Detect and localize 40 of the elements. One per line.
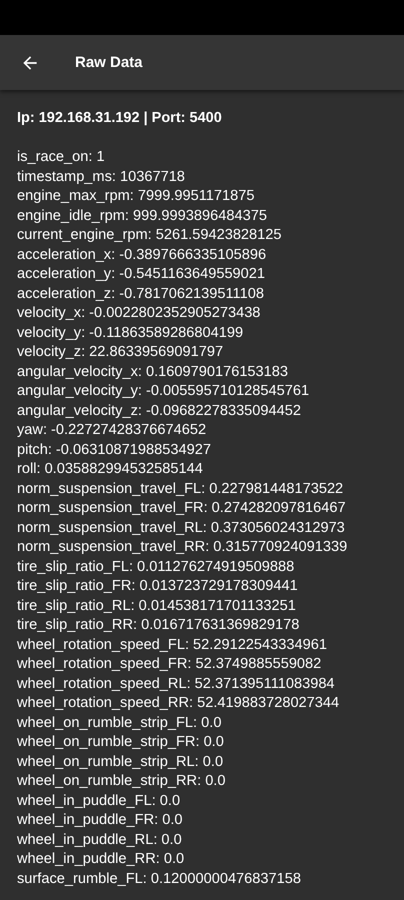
data-line: wheel_rotation_speed_FL: 52.29122543334961: [17, 636, 327, 654]
data-line: wheel_on_rumble_strip_FL: 0.0: [17, 714, 222, 732]
data-line: norm_suspension_travel_FL: 0.227981448173522: [17, 480, 344, 498]
data-line: wheel_rotation_speed_RR: 52.419883728027344: [17, 694, 340, 713]
data-line: pitch: -0.06310871988534927: [17, 440, 211, 460]
data-line: angular_velocity_x: 0.1609790176153183: [17, 362, 288, 382]
data-line: tire_slip_ratio_FL: 0.011276274919509888: [17, 558, 294, 576]
data-line: wheel_rotation_speed_FR: 52.3749885559082: [17, 655, 322, 674]
data-line: wheel_in_puddle_FL: 0.0: [17, 792, 180, 810]
data-line: wheel_on_rumble_strip_RR: 0.0: [17, 772, 226, 791]
data-line: roll: 0.035882994532585144: [17, 460, 203, 479]
data-line: norm_suspension_travel_FR: 0.274282097816467: [17, 499, 346, 518]
data-line: acceleration_y: -0.5451163649559021: [17, 265, 266, 284]
data-line: velocity_z: 22.86339569091797: [17, 343, 224, 362]
data-line: velocity_x: -0.0022802352905273438: [17, 304, 260, 323]
data-line: tire_slip_ratio_RL: 0.014538171701133251: [17, 596, 296, 616]
data-line: wheel_rotation_speed_RL: 52.371395111083984: [17, 674, 335, 694]
data-line: yaw: -0.22727428376674652: [17, 421, 206, 440]
data-line: velocity_y: -0.11863589286804199: [17, 324, 244, 342]
data-line: norm_suspension_travel_RL: 0.373056024312973: [17, 518, 345, 538]
data-line: norm_suspension_travel_RR: 0.315770924091339: [17, 538, 348, 557]
data-line: surface_rumble_FL: 0.12000000476837158: [17, 870, 301, 888]
data-line: angular_velocity_z: -0.09682278335094452: [17, 402, 301, 420]
data-line: timestamp_ms: 10367718: [17, 168, 185, 186]
data-line: tire_slip_ratio_FR: 0.013723729178309441: [17, 577, 298, 596]
screen-title: Raw Data: [75, 54, 143, 71]
data-line: is_race_on: 1: [17, 148, 105, 167]
data-line: angular_velocity_y: -0.005595710128545761: [17, 382, 310, 401]
connection-info: Ip: 192.168.31.192 | Port: 5400: [17, 109, 223, 127]
data-line: wheel_on_rumble_strip_RL: 0.0: [17, 752, 224, 772]
data-line: wheel_on_rumble_strip_FR: 0.0: [17, 733, 224, 752]
data-line: engine_max_rpm: 7999.9951171875: [17, 187, 254, 206]
data-line: tire_slip_ratio_RR: 0.016717631369829178: [17, 616, 300, 635]
data-line: wheel_in_puddle_FR: 0.0: [17, 811, 183, 830]
data-line: engine_idle_rpm: 999.9993896484375: [17, 206, 267, 226]
data-line: wheel_in_puddle_RR: 0.0: [17, 850, 184, 869]
data-line: wheel_in_puddle_RL: 0.0: [17, 830, 182, 850]
data-line: current_engine_rpm: 5261.59423828125: [17, 226, 282, 245]
data-line: acceleration_x: -0.3897666335105896: [17, 246, 266, 264]
data-line: acceleration_z: -0.7817062139511108: [17, 284, 264, 304]
